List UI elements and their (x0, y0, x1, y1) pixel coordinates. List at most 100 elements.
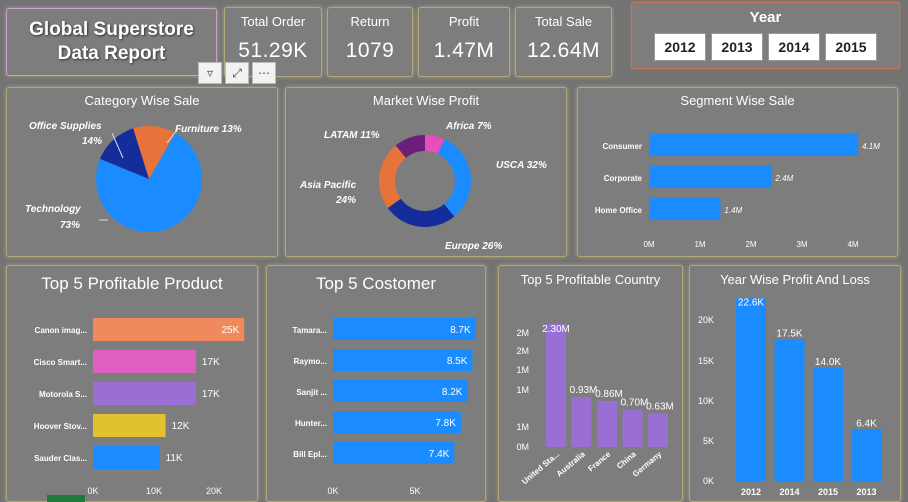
axis-tick: 0K (87, 486, 98, 496)
category-label: Bill Epl... (293, 450, 327, 459)
bar[interactable] (622, 409, 643, 447)
top-customers-bar-chart: Tamara... 8.7K Raymo... 8.5K Sanjit ... 8.2K H… (292, 318, 476, 496)
axis-tick: 2M (745, 240, 756, 249)
data-label: 0.86M (595, 389, 623, 400)
pie-slice[interactable] (387, 198, 455, 228)
data-label: 22.6K (738, 297, 764, 308)
category-label: France (586, 449, 612, 473)
top-countries-bar-chart: 0M 1M 1M 1M 2M 2M 2.30M United Sta... 0.93… (516, 323, 674, 487)
category-label: Australia (555, 449, 587, 478)
kpi-value: 1.47M (433, 39, 495, 62)
axis-tick: 3M (796, 240, 807, 249)
data-label: 0.93M (570, 385, 598, 396)
bar[interactable] (93, 414, 166, 437)
more-options-icon[interactable]: ⋯ (252, 62, 276, 84)
category-label: 2013 (856, 487, 876, 497)
bar[interactable] (736, 298, 766, 481)
year-button-2015[interactable]: 2015 (825, 33, 877, 61)
bar[interactable] (93, 446, 160, 469)
category-label: 2012 (741, 487, 761, 497)
year-profit-bar-chart: 0K 5K 10K 15K 20K 22.6K 2012 17.5K 2014 14.0… (698, 297, 882, 497)
segment-bar[interactable] (649, 165, 772, 188)
kpi-return: Return 1079 (327, 7, 413, 77)
category-label: Corporate (604, 174, 643, 183)
market-donut-chart: Africa 7% USCA 32% Europe 26% Asia Pacif… (299, 121, 547, 252)
data-label: 17.5K (776, 329, 802, 340)
bar[interactable] (546, 323, 566, 447)
year-button-2012[interactable]: 2012 (654, 33, 706, 61)
market-profit-card[interactable]: Market Wise Profit Africa 7% USCA 32% Eu… (285, 87, 567, 257)
segment-sale-card[interactable]: Segment Wise Sale Consumer Corporate Hom… (577, 87, 898, 257)
top-products-card[interactable]: Top 5 Profitable Product Canon imag... 25… (6, 265, 258, 502)
data-label: 11K (166, 453, 183, 464)
category-label: Hunter... (295, 419, 327, 428)
category-label: Tamara... (292, 326, 327, 335)
pie-slice[interactable] (437, 139, 471, 217)
data-label: 8.7K (450, 325, 471, 336)
report-title-card: Global Superstore Data Report (6, 8, 217, 76)
data-label: 17K (202, 389, 220, 400)
category-label: Raymo... (294, 357, 327, 366)
category-label: Motorola S... (39, 390, 87, 399)
data-label: 8.5K (447, 356, 468, 367)
bar[interactable] (93, 350, 196, 373)
category-sale-card[interactable]: Category Wise Sale Technology 73% Office… (6, 87, 278, 257)
bar[interactable] (648, 413, 668, 447)
axis-tick: 0M (516, 442, 529, 452)
kpi-total-sale: Total Sale 12.64M (515, 7, 612, 77)
category-label: Consumer (602, 142, 642, 151)
axis-tick: 20K (698, 315, 714, 325)
data-label: 6.4K (856, 418, 877, 429)
segment-bar[interactable] (649, 197, 721, 220)
axis-tick: 0K (327, 486, 338, 496)
top-customers-card[interactable]: Top 5 Costomer Tamara... 8.7K Raymo... 8.5K… (266, 265, 486, 502)
axis-tick: 1M (516, 385, 529, 395)
bar[interactable] (851, 429, 882, 481)
category-label: United Sta... (520, 450, 561, 487)
bar[interactable] (774, 339, 805, 481)
bar[interactable] (93, 382, 196, 405)
kpi-label: Return (350, 14, 390, 29)
slice-label-africa: Africa 7% (445, 121, 492, 132)
year-slicer-label: Year (749, 9, 782, 26)
axis-tick: 5K (703, 436, 714, 446)
slice-label-office-supplies: Office Supplies (29, 121, 102, 132)
bar[interactable] (813, 367, 843, 481)
axis-tick: 2M (516, 328, 529, 338)
data-label: 7.8K (435, 418, 456, 429)
pie-slice[interactable] (379, 145, 406, 209)
kpi-label: Profit (448, 14, 480, 29)
slice-label-technology-pct: 73% (60, 220, 80, 231)
bar[interactable] (597, 400, 617, 447)
year-button-2013[interactable]: 2013 (711, 33, 763, 61)
top-countries-card[interactable]: Top 5 Profitable Country 0M 1M 1M 1M 2M … (498, 265, 683, 502)
axis-tick: 1M (694, 240, 705, 249)
axis-tick: 15K (698, 356, 714, 366)
axis-tick: 4M (847, 240, 858, 249)
axis-tick: 1M (516, 422, 529, 432)
data-label: 14.0K (815, 357, 841, 368)
data-label: 17K (202, 357, 220, 368)
axis-tick: 0M (643, 240, 654, 249)
excel-taskbar-icon[interactable] (47, 495, 85, 502)
category-label: Sanjit ... (296, 388, 327, 397)
slice-label-usca: USCA 32% (496, 160, 547, 171)
category-label: Canon imag... (35, 326, 87, 335)
category-label: 2015 (818, 487, 838, 497)
bar[interactable] (571, 397, 592, 447)
axis-tick: 2M (516, 346, 529, 356)
segment-bar[interactable] (649, 133, 859, 156)
data-label: 1.4M (724, 206, 742, 215)
category-pie-chart: Technology 73% Office Supplies 14% Furni… (25, 121, 242, 232)
year-slicer: Year 2012 2013 2014 2015 (631, 2, 900, 69)
data-label: 0.63M (646, 401, 674, 412)
kpi-value: 51.29K (238, 39, 308, 62)
kpi-value: 1079 (345, 39, 395, 62)
year-button-2014[interactable]: 2014 (768, 33, 820, 61)
data-label: 12K (172, 421, 190, 432)
filter-icon[interactable]: ▿ (198, 62, 222, 84)
category-label: Hoover Stov... (34, 422, 87, 431)
year-profit-card[interactable]: Year Wise Profit And Loss 0K 5K 10K 15K … (689, 265, 901, 502)
focus-mode-icon[interactable]: ⤢ (225, 62, 249, 84)
data-label: 0.70M (621, 398, 649, 409)
